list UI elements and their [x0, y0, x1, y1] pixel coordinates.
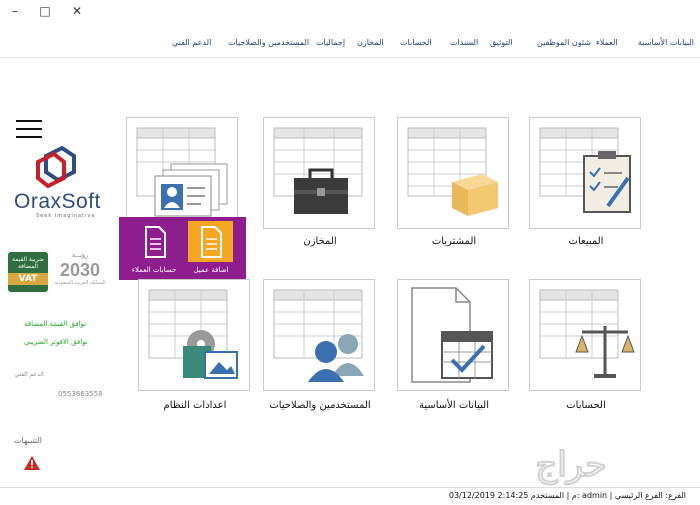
menu-hr[interactable]: شئون الموظفين: [537, 38, 591, 47]
sales-icon: [539, 127, 631, 213]
menu-clients[interactable]: العملاء: [596, 38, 618, 47]
clients-icon: [136, 127, 228, 217]
alerts-label: التنبيهات: [14, 436, 42, 445]
client-accounts-label: حسابات العملاء: [131, 266, 177, 274]
vat-label-en: VAT: [8, 273, 48, 285]
invoice-compliance-line: نوافق الافوتر الضريبي: [24, 338, 88, 346]
haraj-watermark: حراج: [460, 444, 682, 486]
users-permissions-tile[interactable]: المستخدمين والصلاحيات: [263, 279, 375, 411]
brand-name: OraxSoft: [14, 190, 101, 213]
settings-icon: [148, 289, 238, 379]
vat-badge: ضريبة القيمة المضافة VAT: [8, 252, 48, 292]
accounts-icon: [539, 289, 635, 378]
accounts-tile[interactable]: الحسابات: [529, 279, 641, 411]
clients-tile[interactable]: [126, 117, 238, 229]
minimize-button[interactable]: –: [6, 2, 24, 20]
menu-documentation[interactable]: التوثيق: [490, 38, 513, 47]
sales-label: المبيعات: [568, 236, 604, 247]
menu-totals[interactable]: إجماليات: [316, 38, 345, 47]
purchases-tile[interactable]: المشتريات: [397, 117, 509, 247]
add-client-label: اضافة عميل: [193, 266, 229, 274]
system-settings-tile[interactable]: اعدادات النظام: [138, 279, 250, 411]
menu-bar: البيانات الأساسية العملاء شئون الموظفين …: [0, 30, 700, 58]
brand-tagline: Seek Imaginative: [36, 213, 96, 219]
add-client-button[interactable]: [188, 221, 233, 262]
vision-sub: المملكة العربية السعودية: [54, 280, 106, 286]
close-button[interactable]: ✕: [68, 2, 86, 20]
menu-vouchers[interactable]: السندات: [450, 38, 478, 47]
menu-users-permissions[interactable]: المستخدمين والصلاحيات: [228, 38, 309, 47]
users-icon: [273, 289, 364, 382]
warning-icon[interactable]: [24, 456, 40, 470]
vision-2030-logo: رؤيـــة 2030 المملكة العربية السعودية: [52, 252, 108, 292]
menu-support[interactable]: الدعم الفني: [172, 38, 211, 47]
support-phone: 0553663558: [58, 390, 103, 398]
menu-accounts[interactable]: الحسابات: [400, 38, 432, 47]
clients-popup: اضافة عميل حسابات العملاء: [119, 217, 246, 280]
stores-icon: [273, 127, 363, 214]
accounts-label: الحسابات: [566, 400, 606, 411]
client-accounts-button[interactable]: [132, 221, 177, 262]
status-bar: 03/12/2019 2:14:25 م | المستخدم: admin |…: [0, 487, 700, 505]
haraj-logo-icon: حراج: [534, 444, 607, 486]
menu-basic-data[interactable]: البيانات الأساسية: [638, 38, 694, 47]
sales-tile[interactable]: المبيعات: [529, 117, 641, 247]
vat-compliance-line: نوافق القيمة المضافة: [24, 320, 87, 328]
title-bar: – □ ✕: [0, 0, 700, 22]
oraxsoft-logo-icon: [36, 145, 76, 189]
basic-data-label: البيانات الأساسية: [419, 400, 489, 411]
add-client-icon: [188, 221, 233, 262]
client-accounts-icon: [145, 226, 166, 258]
basic-data-tile[interactable]: البيانات الأساسية: [397, 279, 509, 411]
status-text: 03/12/2019 2:14:25 م | المستخدم: admin |…: [448, 491, 686, 500]
purchases-label: المشتريات: [431, 236, 477, 247]
users-permissions-label: المستخدمين والصلاحيات: [269, 400, 371, 411]
vat-label-ar: ضريبة القيمة المضافة: [11, 256, 45, 270]
stores-tile[interactable]: المخازن: [263, 117, 375, 247]
watermark-text: حراج: [535, 446, 606, 485]
hamburger-menu-icon[interactable]: [16, 120, 42, 138]
system-settings-label: اعدادات النظام: [163, 400, 227, 411]
maximize-button[interactable]: □: [36, 2, 54, 20]
vision-year: 2030: [59, 260, 101, 280]
menu-stores[interactable]: المخازن: [357, 38, 384, 47]
basic-data-icon: [411, 287, 493, 383]
vision-top: رؤيـــة: [72, 252, 88, 259]
stores-label: المخازن: [303, 236, 337, 247]
purchases-icon: [407, 127, 498, 216]
tech-support-label: الدعم الفني: [14, 371, 44, 378]
